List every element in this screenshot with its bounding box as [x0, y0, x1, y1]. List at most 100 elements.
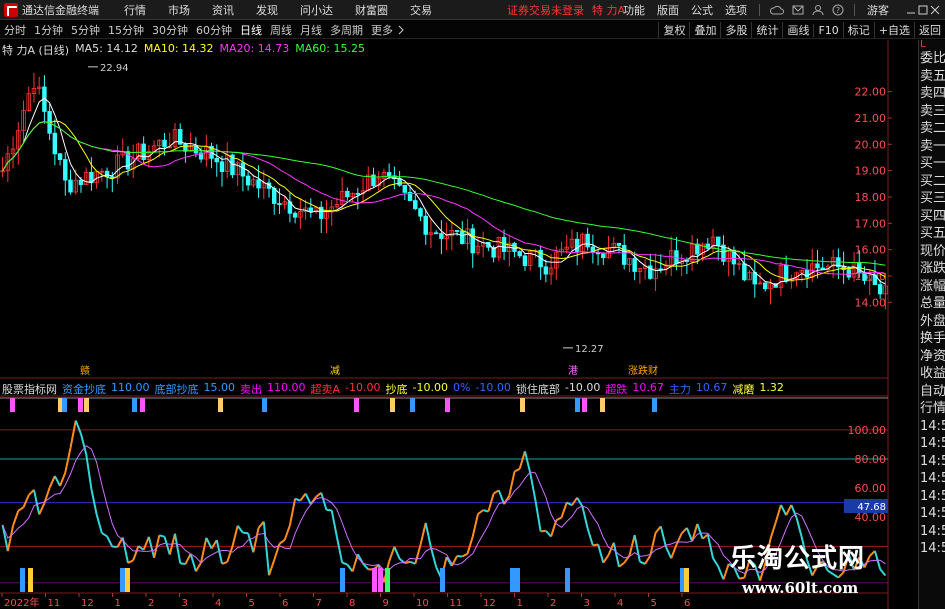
x-axis-label: 9: [383, 598, 389, 609]
chevron-right-icon[interactable]: [397, 25, 405, 35]
menu-discover[interactable]: 发现: [256, 2, 278, 18]
app-title: 通达信金融终端: [22, 3, 99, 17]
indicator-item-label: 主力: [668, 383, 691, 396]
candle-body: [256, 179, 261, 189]
signal-label: 港: [568, 365, 578, 377]
menu-options[interactable]: 选项: [725, 2, 747, 18]
period-15min[interactable]: 15分钟: [108, 22, 144, 38]
menu-wealth[interactable]: 财富圈: [355, 2, 388, 18]
quote-field-label[interactable]: 14:5: [919, 540, 945, 558]
bottom-signal-bar: [440, 568, 445, 592]
mark-button[interactable]: 标记: [842, 22, 874, 38]
close-icon[interactable]: [929, 4, 941, 16]
indicator-item-value: -10.00: [475, 381, 511, 394]
stats-button[interactable]: 统计: [751, 22, 782, 38]
indicator-name[interactable]: 股票指标网: [2, 381, 57, 397]
multi-stock-button[interactable]: 多股: [720, 22, 751, 38]
oscillator-segment: [205, 537, 213, 549]
menu-trade[interactable]: 交易: [410, 2, 432, 18]
quote-field-label: 买三: [920, 191, 945, 206]
menu-markets[interactable]: 市场: [168, 2, 190, 18]
quote-field-label[interactable]: 14:5: [919, 470, 945, 488]
candle-body: [616, 242, 622, 246]
period-60min[interactable]: 60分钟: [196, 22, 232, 38]
oscillator-segment: [283, 524, 291, 541]
current-value-label: 47.68: [857, 502, 886, 513]
bottom-signal-bar: [340, 568, 345, 592]
help-icon[interactable]: ?: [832, 4, 844, 16]
kline-chart[interactable]: 22.0021.0020.0019.0018.0017.0016.0015.00…: [0, 40, 918, 609]
indicator-item-value: 110.00: [111, 381, 150, 394]
indicator-axis-label: 40.00: [855, 511, 887, 524]
period-daily[interactable]: 日线: [240, 22, 262, 38]
candle-body: [345, 190, 350, 198]
quote-field-label: 买二: [920, 173, 945, 189]
candle-body: [585, 233, 590, 248]
x-axis-label: 3: [584, 598, 590, 609]
add-watchlist-button[interactable]: +自选: [873, 22, 914, 38]
quote-field-label[interactable]: 行情: [919, 400, 945, 418]
quote-field-label[interactable]: 14:5: [919, 488, 945, 506]
oscillator-segment: [529, 472, 537, 501]
x-axis-label: 12: [81, 598, 94, 609]
oscillator-segment: [221, 561, 228, 565]
menu-function[interactable]: 功能: [623, 2, 645, 18]
menu-formula[interactable]: 公式: [691, 2, 713, 18]
price-axis-label: 14.00: [855, 296, 887, 309]
quote-field-label[interactable]: 14:5: [919, 523, 945, 541]
period-30min[interactable]: 30分钟: [152, 22, 188, 38]
menu-ask[interactable]: 问小达: [300, 2, 333, 18]
adjust-button[interactable]: 复权: [658, 22, 689, 38]
draw-button[interactable]: 画线: [782, 22, 813, 38]
period-tick[interactable]: 分时: [4, 22, 26, 38]
period-monthly[interactable]: 月线: [300, 22, 322, 38]
quote-field-label[interactable]: 14:5: [919, 505, 945, 523]
candle-body: [418, 208, 423, 217]
oscillator-segment: [101, 532, 108, 538]
mail-icon[interactable]: [792, 4, 804, 16]
guest-label[interactable]: 游客: [867, 2, 889, 18]
period-5min[interactable]: 5分钟: [71, 22, 100, 38]
quote-field-label[interactable]: 14:5: [919, 435, 945, 453]
bottom-signal-bar: [20, 568, 25, 592]
oscillator-segment: [163, 536, 171, 555]
oscillator-segment: [346, 564, 354, 573]
period-more[interactable]: 更多: [371, 22, 393, 38]
oscillator-segment: [69, 420, 77, 449]
indicator-item-label: 资金抄底: [62, 383, 106, 396]
oscillator-segment: [633, 534, 641, 562]
user-icon[interactable]: [812, 4, 824, 16]
x-axis-label: 5: [651, 598, 657, 609]
oscillator-segment: [231, 525, 239, 547]
x-axis-label: 11: [48, 598, 61, 609]
period-1min[interactable]: 1分钟: [34, 22, 63, 38]
f10-button[interactable]: F10: [813, 23, 842, 37]
divider: [759, 4, 760, 16]
period-multi[interactable]: 多周期: [330, 22, 363, 38]
signal-label: 涨跌财: [628, 364, 658, 377]
candle-body: [543, 266, 549, 275]
back-button[interactable]: 返回: [914, 22, 945, 38]
overlay-button[interactable]: 叠加: [689, 22, 720, 38]
candle-body: [272, 187, 277, 204]
oscillator-segment: [602, 554, 610, 564]
maximize-icon[interactable]: [917, 4, 929, 16]
quote-field-label[interactable]: 14:5: [919, 418, 945, 436]
oscillator-segment: [53, 475, 61, 487]
quote-field-label[interactable]: 14:5: [919, 453, 945, 471]
minimize-icon[interactable]: [905, 4, 917, 16]
menu-layout[interactable]: 版面: [657, 2, 679, 18]
signal-marker: [10, 398, 15, 412]
signal-marker: [78, 398, 83, 412]
panel-top-label[interactable]: L: [919, 40, 945, 50]
login-status[interactable]: 证券交易未登录: [507, 2, 584, 18]
oscillator-segment: [6, 525, 15, 552]
menu-news[interactable]: 资讯: [212, 2, 234, 18]
cloud-icon[interactable]: [770, 4, 784, 16]
quote-field-label[interactable]: 自动: [919, 383, 945, 401]
oscillator-segment: [210, 539, 218, 550]
oscillator-segment: [555, 516, 562, 522]
menu-market[interactable]: 行情: [124, 2, 146, 18]
period-weekly[interactable]: 周线: [270, 22, 292, 38]
quote-field-label: 涨跌: [920, 261, 945, 276]
